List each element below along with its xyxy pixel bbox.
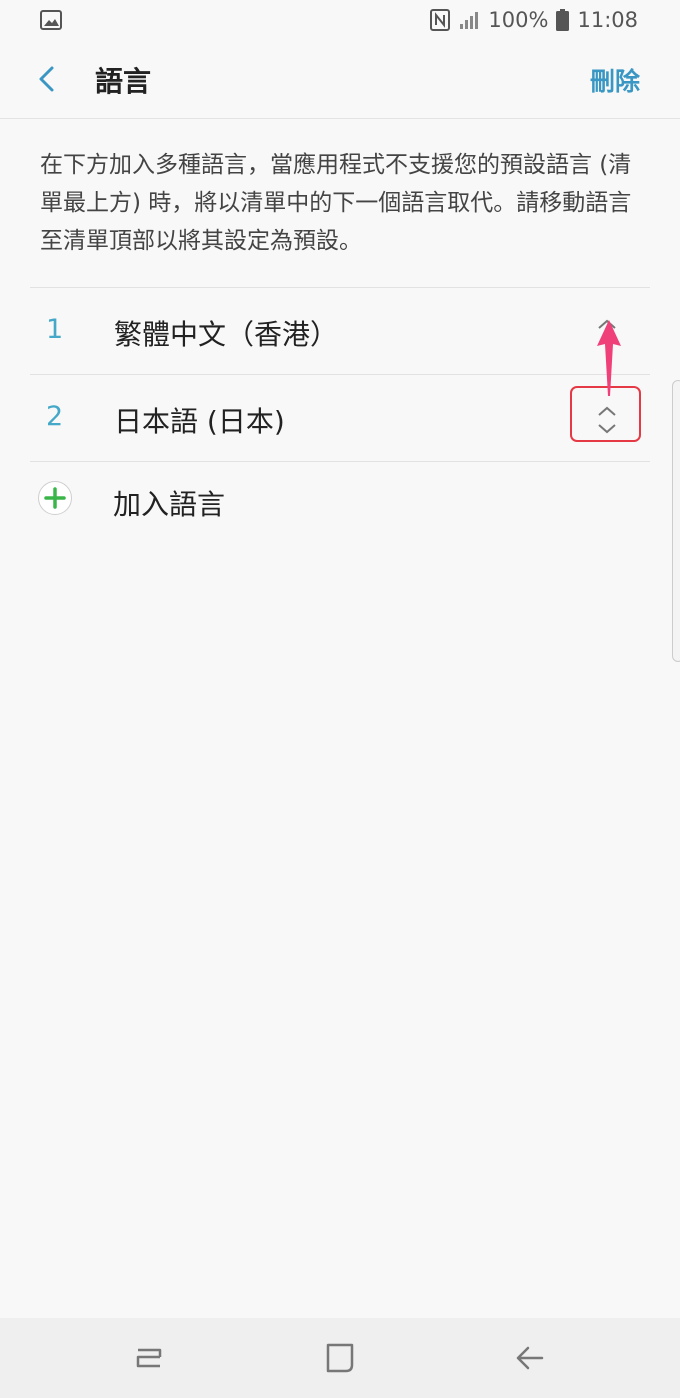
item-number: 1 [46,314,64,345]
add-language-label: 加入語言 [113,488,226,521]
edge-panel-handle[interactable] [672,380,680,662]
language-label: 繁體中文（香港） [114,318,339,351]
up-arrow-icon [597,320,621,396]
back-button[interactable] [30,62,64,96]
app-bar: 語言 刪除 [0,40,680,119]
chevron-left-icon [39,66,54,92]
clock: 11:08 [577,8,638,32]
status-indicators: 100% 11:08 [430,6,638,34]
battery-percent: 100% [488,8,549,32]
home-icon[interactable] [320,1340,360,1376]
page-title: 語言 [95,65,152,98]
plus-icon [38,481,72,515]
back-icon[interactable] [510,1340,550,1376]
language-list: 1 繁體中文（香港） 2 日本語 (日本) [30,287,650,462]
signal-icon [460,12,479,29]
recent-apps-icon[interactable] [129,1340,169,1376]
list-item[interactable]: 2 日本語 (日本) [30,374,650,462]
nfc-icon [430,9,451,31]
status-bar: 100% 11:08 [0,0,680,40]
gallery-icon [40,10,62,30]
item-number: 2 [46,401,64,432]
list-item[interactable]: 1 繁體中文（香港） [30,287,650,374]
delete-button[interactable]: 刪除 [590,62,640,98]
language-label: 日本語 (日本) [114,405,285,438]
add-language-button[interactable]: 加入語言 [30,462,650,542]
navigation-bar [0,1318,680,1398]
description-text: 在下方加入多種語言，當應用程式不支援您的預設語言 (清單最上方) 時，將以清單中… [40,152,632,254]
battery-icon [556,9,570,31]
